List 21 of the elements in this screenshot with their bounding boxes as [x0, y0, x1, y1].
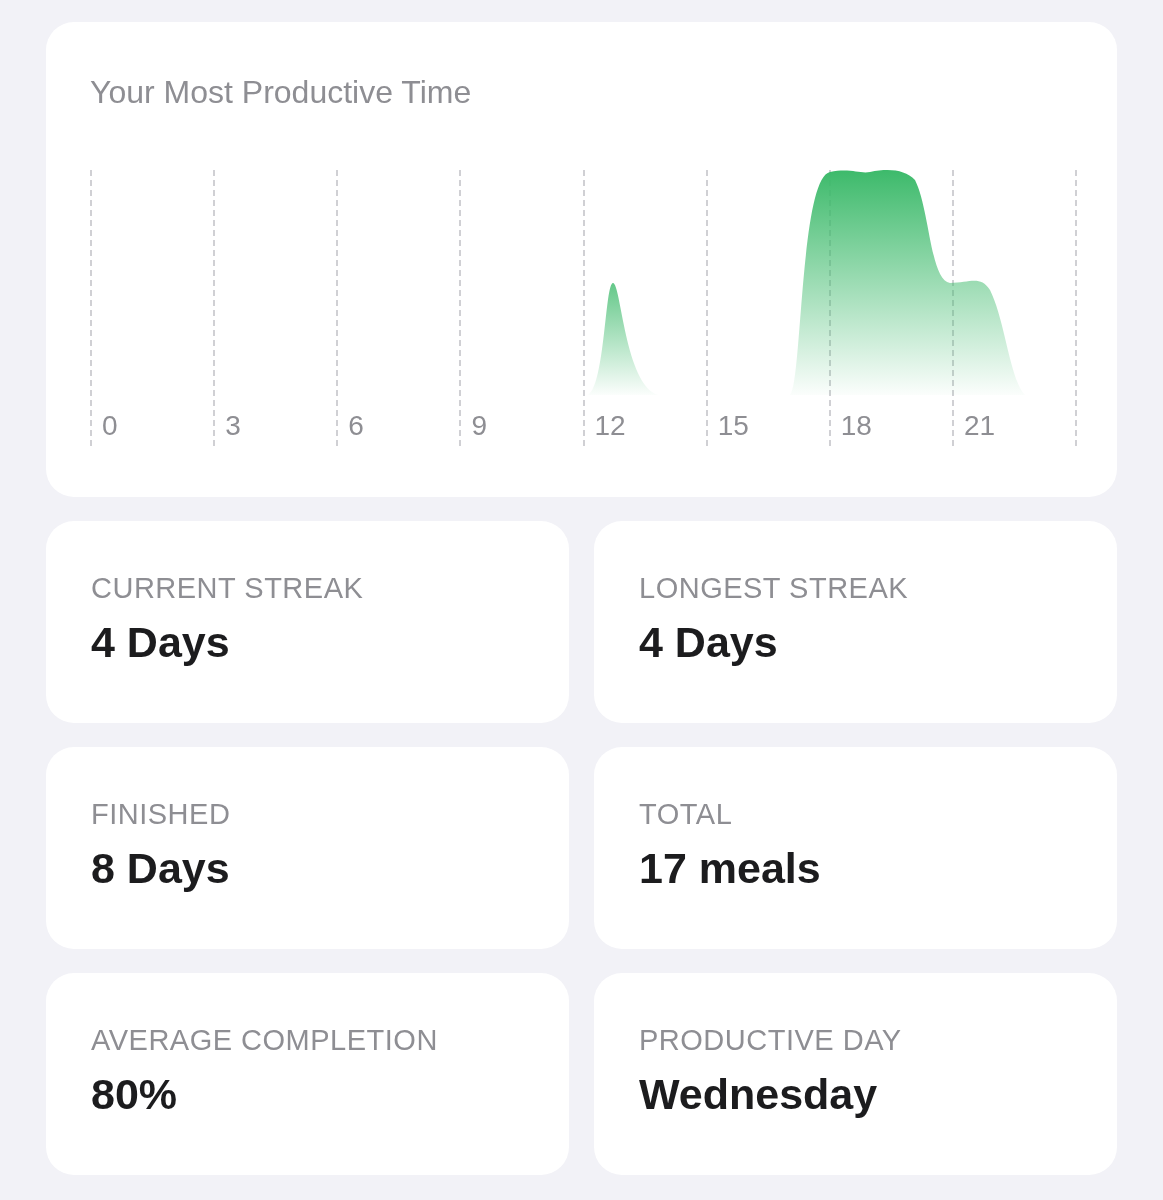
axis-label: 15: [716, 409, 749, 443]
stat-label: FINISHED: [91, 797, 232, 831]
stat-label: LONGEST STREAK: [639, 571, 910, 605]
axis-label: 0: [101, 409, 118, 443]
stat-label: CURRENT STREAK: [91, 571, 365, 605]
axis-label: 3: [224, 409, 241, 443]
stat-value: 4 Days: [91, 617, 231, 667]
stat-value: 4 Days: [639, 617, 779, 667]
stat-value: 80%: [91, 1069, 179, 1119]
stat-label: PRODUCTIVE DAY: [639, 1023, 903, 1057]
axis-label: 6: [347, 409, 364, 443]
axis-label: 9: [470, 409, 487, 443]
stat-label: AVERAGE COMPLETION: [91, 1023, 439, 1057]
axis-label: 18: [839, 409, 872, 443]
chart-title: Your Most Productive Time: [90, 74, 473, 110]
stat-label: TOTAL: [639, 797, 734, 831]
stat-value: 17 meals: [639, 843, 822, 893]
axis-label: 21: [962, 409, 996, 443]
stat-value: Wednesday: [639, 1069, 879, 1119]
axis-label: 12: [593, 409, 626, 443]
stat-value: 8 Days: [91, 843, 231, 893]
